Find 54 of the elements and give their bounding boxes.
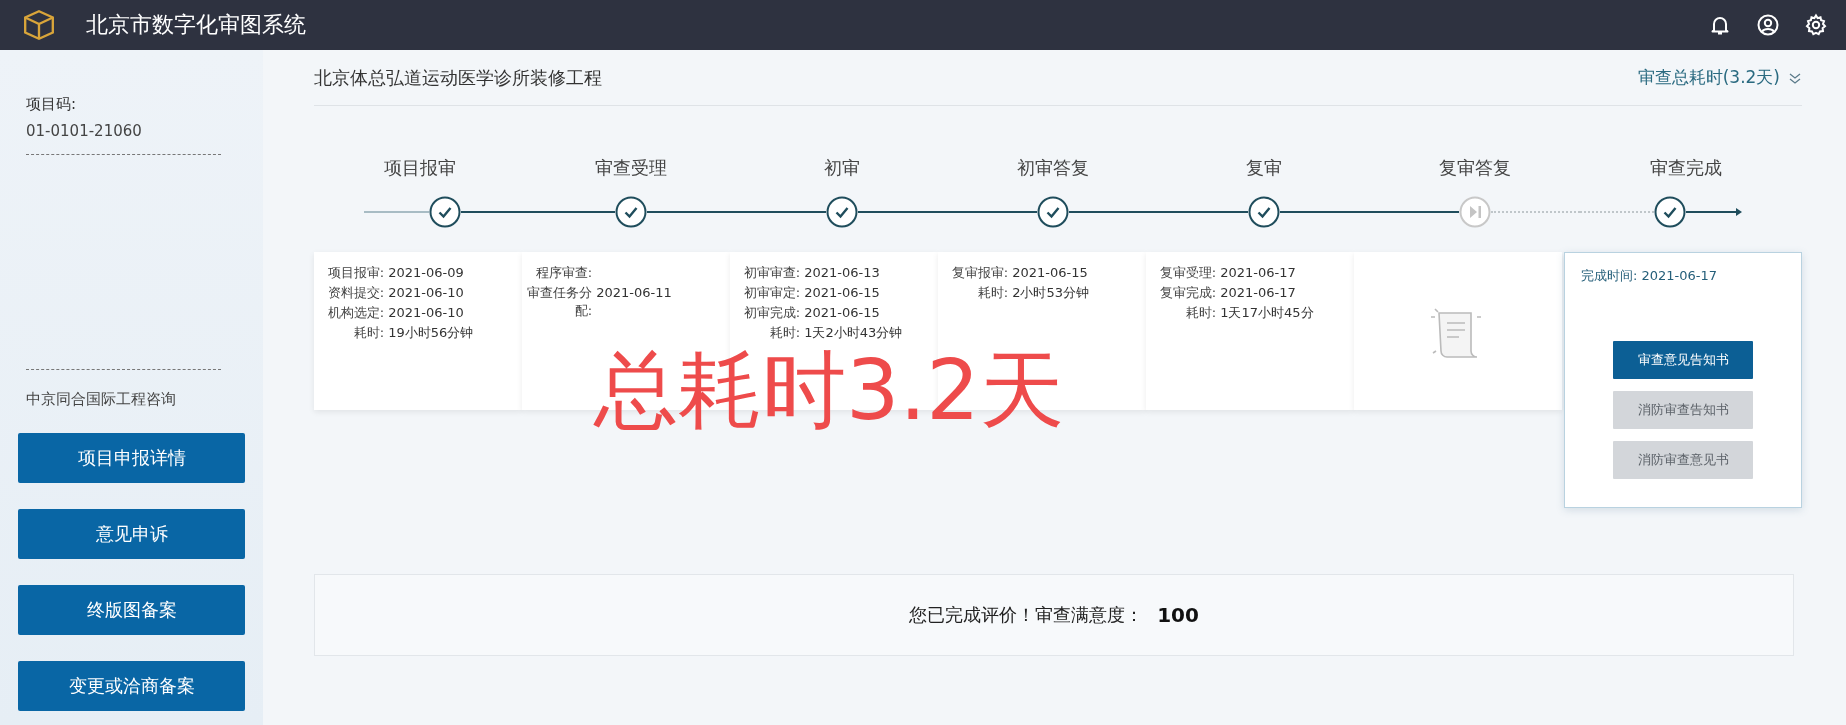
field-value: 2021-06-10 xyxy=(388,284,464,302)
field-value: 2小时53分钟 xyxy=(1012,284,1089,302)
field-label: 资料提交: xyxy=(326,284,385,302)
field-value: 2021-06-17 xyxy=(1220,284,1296,302)
step-label: 审查受理 xyxy=(594,156,667,180)
field-label: 耗时: xyxy=(1184,304,1217,322)
field-label: 项目报审: xyxy=(326,264,385,282)
field-label: 耗时: xyxy=(768,324,801,342)
step-label: 复审答复 xyxy=(1438,156,1511,180)
field-value: 2021-06-15 xyxy=(804,304,880,322)
step-label: 初审答复 xyxy=(1016,156,1089,180)
field-value: 1天17小时45分 xyxy=(1220,304,1314,322)
sidebar-button[interactable]: 变更或洽商备案 xyxy=(18,661,245,711)
step-label: 初审 xyxy=(823,156,860,180)
field-label: 初审审定: xyxy=(742,284,801,302)
app-title: 北京市数字化审图系统 xyxy=(86,11,306,39)
field-label: 复审报审: xyxy=(950,264,1009,282)
completion-time: 完成时间: 2021-06-17 xyxy=(1581,267,1719,285)
field-value: 2021-06-09 xyxy=(388,264,464,282)
field-value: 2021-06-11 xyxy=(596,284,672,302)
field-label: 机构选定: xyxy=(326,304,385,322)
sidebar-button[interactable]: 终版图备案 xyxy=(18,585,245,635)
field-label: 耗时: xyxy=(976,284,1009,302)
field-value: 2021-06-15 xyxy=(1012,264,1088,282)
rating-text: 您已完成评价！审查满意度： xyxy=(909,603,1144,627)
step-label: 项目报审 xyxy=(383,156,456,180)
annotation-text: 总耗时3.2天 xyxy=(594,348,1064,432)
field-label: 耗时: xyxy=(352,324,385,342)
field-value: 2021-06-10 xyxy=(388,304,464,322)
field-label: 复审受理: xyxy=(1158,264,1217,282)
project-code-label: 项目码: xyxy=(26,95,78,114)
field-label: 初审完成: xyxy=(742,304,801,322)
settings-icon[interactable] xyxy=(1804,13,1828,37)
project-title: 北京体总弘道运动医学诊所装修工程 xyxy=(314,65,602,90)
field-value: 1天2小时43分钟 xyxy=(804,324,903,342)
step-label: 审查完成 xyxy=(1649,156,1722,180)
field-label: 审查任务分配: xyxy=(526,284,593,320)
sidebar-button[interactable]: 意见申诉 xyxy=(18,509,245,559)
field-value: 19小时56分钟 xyxy=(388,324,474,342)
field-value: 2021-06-13 xyxy=(804,264,880,282)
document-button[interactable]: 审查意见告知书 xyxy=(1613,341,1753,379)
agency-name: 中京同合国际工程咨询 xyxy=(26,390,177,409)
project-code: 01-0101-21060 xyxy=(26,122,143,140)
field-value: 2021-06-17 xyxy=(1220,264,1296,282)
rating-score: 100 xyxy=(1157,603,1199,627)
total-time-toggle[interactable]: 审查总耗时(3.2天) xyxy=(1637,66,1802,89)
field-label: 复审完成: xyxy=(1158,284,1217,302)
user-icon[interactable] xyxy=(1756,13,1780,37)
sidebar-button[interactable]: 项目申报详情 xyxy=(18,433,245,483)
step-label: 复审 xyxy=(1245,156,1282,180)
field-label: 初审审查: xyxy=(742,264,801,282)
cube-logo-icon xyxy=(22,8,56,42)
field-value: 2021-06-15 xyxy=(804,284,880,302)
field-label: 程序审查: xyxy=(534,264,593,282)
